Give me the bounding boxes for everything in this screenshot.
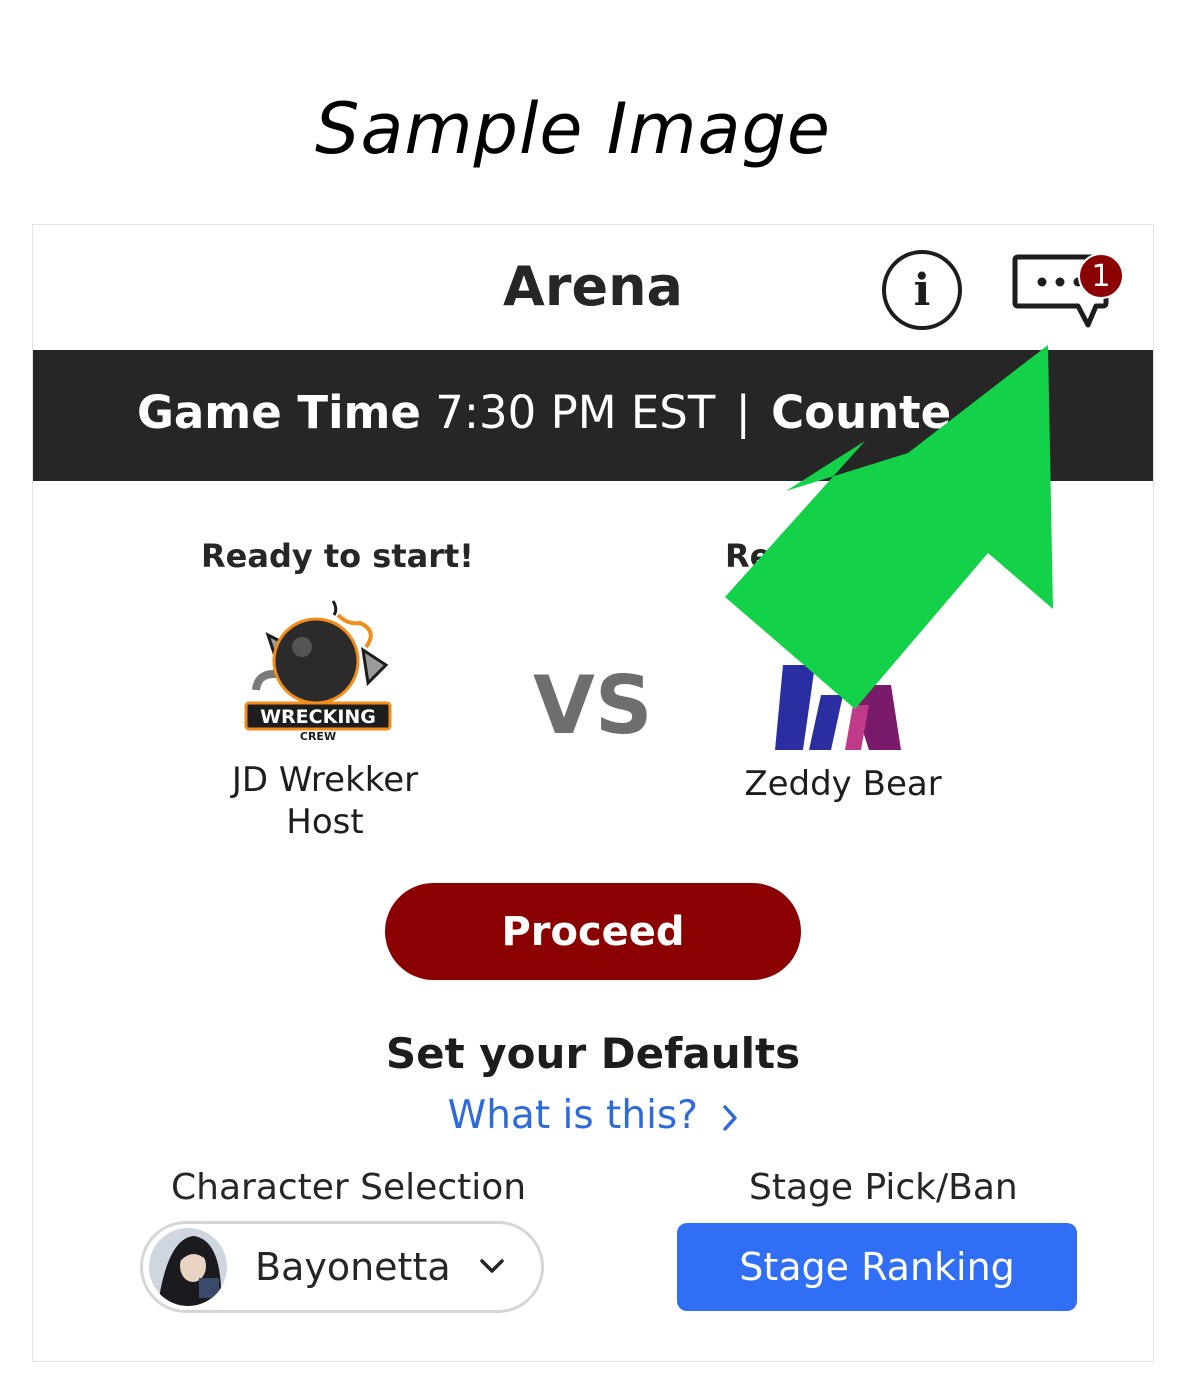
character-name: Bayonetta: [255, 1245, 451, 1289]
page-title: Arena: [503, 255, 683, 318]
arena-screen: Arena i 1 Game Time 7:30 PM EST | Counte…: [32, 224, 1154, 1362]
character-select-dropdown[interactable]: Bayonetta: [140, 1221, 544, 1313]
left-team-player: JD Wrekker: [231, 760, 419, 800]
logo-text: WRECKING: [260, 706, 376, 728]
notification-badge: 1: [1078, 253, 1124, 299]
chat-button[interactable]: 1: [1008, 245, 1128, 335]
character-avatar: [149, 1228, 227, 1306]
logo-subtext: CREW: [300, 730, 336, 743]
chevron-down-icon: [480, 1259, 504, 1273]
what-is-this-link[interactable]: What is this?: [33, 1093, 1153, 1138]
what-is-this-label: What is this?: [447, 1093, 698, 1138]
info-icon-glyph: i: [913, 264, 931, 316]
versus-label: VS: [533, 659, 653, 752]
defaults-title: Set your Defaults: [385, 1029, 801, 1078]
green-arrow-annotation: [725, 345, 1053, 709]
sample-image-caption: Sample Image: [315, 88, 831, 170]
info-icon[interactable]: i: [882, 250, 962, 330]
wrecking-crew-logo: WRECKING CREW: [244, 600, 392, 743]
stage-ranking-button[interactable]: Stage Ranking: [677, 1223, 1077, 1311]
chevron-right-icon: [723, 1104, 738, 1131]
left-team-role: Host: [286, 802, 364, 842]
stage-pick-ban-label: Stage Pick/Ban: [749, 1167, 1018, 1208]
game-time-label: Game Time: [137, 386, 421, 439]
left-team-status: Ready to start!: [201, 537, 474, 575]
character-selection-label: Character Selection: [171, 1167, 527, 1208]
game-time-value: 7:30 PM EST: [435, 386, 716, 439]
proceed-button[interactable]: Proceed: [385, 883, 801, 980]
left-team-name: JD Wrekker Host: [205, 759, 445, 843]
